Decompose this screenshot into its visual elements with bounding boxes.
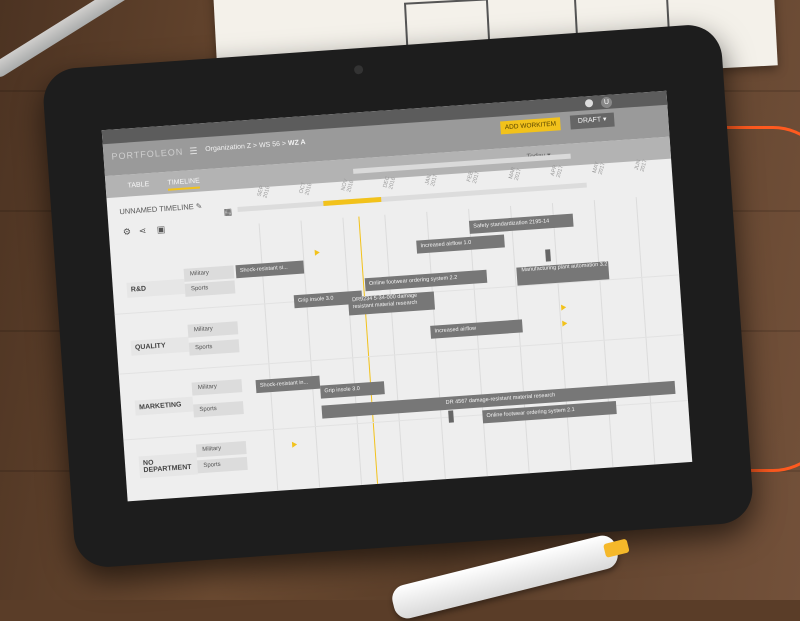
sub-row-military[interactable]: Military [183, 265, 235, 282]
workitem-bar[interactable]: Shock-resistant si... [235, 260, 305, 279]
sub-row-sports[interactable]: Sports [188, 339, 240, 356]
sub-row-military[interactable]: Military [191, 379, 243, 396]
calendar-icon[interactable]: ▦ [223, 206, 232, 218]
month-label: MAY 2017 [591, 161, 607, 176]
breadcrumb-org[interactable]: Organization Z [205, 143, 251, 153]
breadcrumb-ws[interactable]: WS 56 [259, 141, 280, 149]
month-label: FEB 2017 [466, 170, 482, 185]
workitem-bar[interactable]: Manufacturing plant automation 3.2 [516, 261, 610, 286]
month-label: JAN 2017 [424, 173, 440, 188]
sub-row-sports[interactable]: Sports [184, 280, 236, 297]
department-quality[interactable]: QUALITY [130, 336, 190, 356]
milestone-flag-icon[interactable] [291, 441, 298, 448]
milestone-marker[interactable] [545, 249, 551, 262]
month-label: APR 2017 [549, 164, 565, 179]
date-range-selection[interactable] [323, 196, 382, 206]
month-gridline [593, 200, 614, 468]
draft-dropdown[interactable]: DRAFT ▾ [569, 112, 615, 130]
save-icon[interactable]: ▣ [156, 224, 167, 235]
milestone-flag-icon[interactable] [561, 304, 567, 311]
month-gridline [551, 202, 572, 471]
app-logo: PORTFOLEON [111, 146, 184, 162]
breadcrumb: Organization Z > WS 56 > WZ A [205, 139, 306, 154]
workitem-bar[interactable]: Safety standardization 2195-14 [468, 213, 574, 234]
month-label: OCT 2016 [298, 181, 314, 196]
milestone-marker[interactable] [448, 410, 454, 423]
sub-row-sports[interactable]: Sports [193, 401, 244, 418]
sub-row-sports[interactable]: Sports [196, 456, 248, 474]
month-gridline [509, 205, 530, 474]
month-label: DEC 2016 [382, 175, 398, 191]
department-none[interactable]: NO DEPARTMENT [138, 452, 198, 479]
menu-icon[interactable]: ☰ [189, 146, 198, 158]
add-workitem-button[interactable]: ADD WORKITEM [500, 117, 561, 135]
tab-table[interactable]: TABLE [127, 181, 149, 189]
share-icon[interactable]: ⋖ [138, 225, 149, 236]
date-range-slider[interactable] [237, 182, 587, 212]
timeline-name[interactable]: UNNAMED TIMELINE ✎ [119, 201, 202, 216]
month-label: NOV 2016 [340, 178, 356, 194]
month-gridline [635, 197, 656, 465]
milestone-flag-icon[interactable] [562, 320, 568, 327]
camera-icon [353, 64, 364, 75]
month-gridline [384, 214, 404, 483]
breadcrumb-wz[interactable]: WZ A [288, 139, 306, 147]
department-marketing[interactable]: MARKETING [134, 396, 194, 416]
month-gridline [342, 217, 363, 486]
workitem-bar[interactable]: Shock-resistant in... [255, 375, 321, 394]
month-gridline [300, 220, 321, 488]
milestone-flag-icon[interactable] [314, 249, 320, 256]
workitem-bar[interactable]: Grip insole 3.0 [320, 381, 385, 399]
tab-timeline[interactable]: TIMELINE [167, 177, 201, 191]
workitem-bar[interactable]: Increased airflow 1.0 [416, 234, 505, 254]
month-label: SEP 2016 [256, 185, 272, 199]
settings-icon[interactable]: ⚙ [123, 226, 133, 237]
tablet: U PORTFOLEON ☰ Organization Z > WS 56 > … [41, 22, 755, 570]
month-label: MAR 2017 [508, 166, 523, 182]
sub-row-military[interactable]: Military [195, 440, 247, 458]
timeline-grid: SEP 2016 OCT 2016 NOV 2016 DEC 2016 JAN … [110, 159, 693, 502]
month-label: JUN 2017 [633, 158, 649, 173]
department-rd[interactable]: R&D [126, 278, 186, 298]
sub-row-military[interactable]: Military [187, 321, 239, 338]
today-marker-line [358, 216, 379, 484]
app-screen: U PORTFOLEON ☰ Organization Z > WS 56 > … [101, 90, 693, 502]
